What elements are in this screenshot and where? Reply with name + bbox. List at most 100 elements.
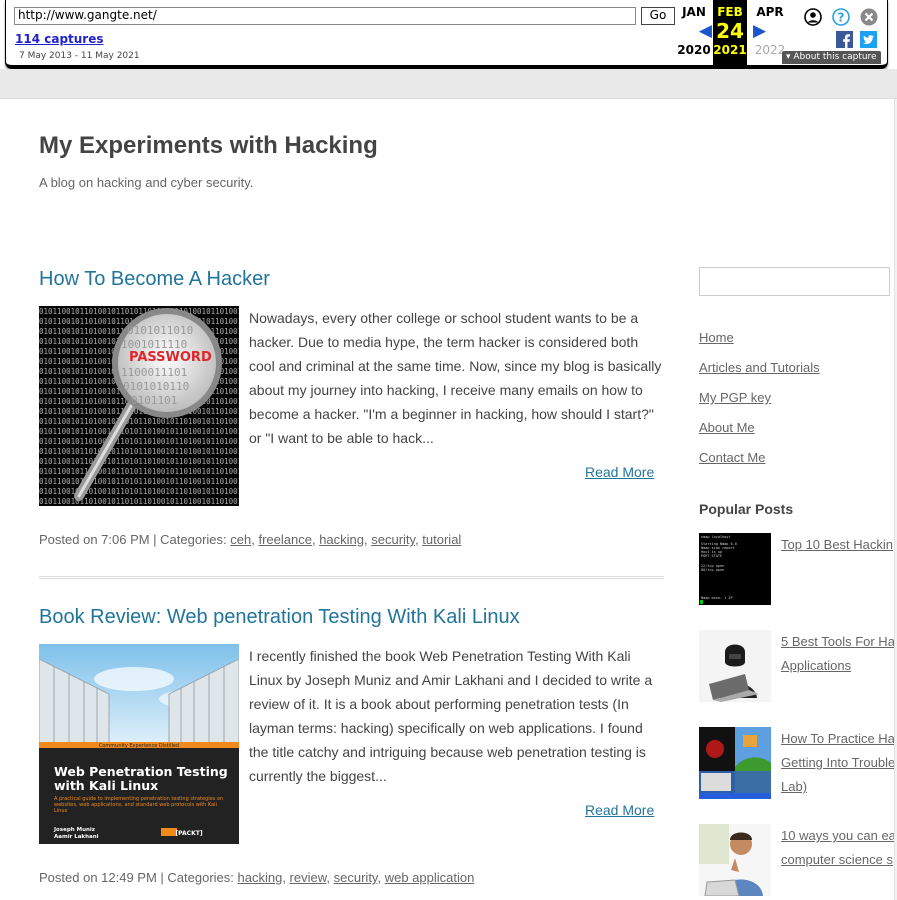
category-link[interactable]: security — [334, 870, 378, 885]
excerpt-line: Linux by Joseph Muniz and Amir Lakhani a… — [249, 672, 653, 688]
next-capture-arrow-icon[interactable]: ▶ — [746, 19, 794, 43]
book-publisher: [PACKT] — [175, 830, 202, 837]
prev-capture-arrow-icon[interactable]: ◀ — [670, 19, 718, 43]
wayback-next-month[interactable]: APR — [746, 5, 794, 19]
terminal-screenshot-image: nmap localhost Starting Nmap 6.0 Nmap sc… — [699, 533, 771, 605]
nav-link-pgp-key[interactable]: My PGP key — [699, 390, 771, 405]
site-title[interactable]: My Experiments with Hacking — [39, 132, 378, 160]
book-subtitle: A practical guide to implementing penetr… — [54, 796, 224, 814]
popular-post-link[interactable]: 10 ways you can ea computer science s — [781, 824, 897, 872]
wayback-prev-month[interactable]: JAN — [670, 5, 718, 19]
hooded-hacker-image — [699, 630, 771, 702]
wayback-url-input[interactable]: http://www.gangte.net/ — [14, 7, 636, 25]
popular-post-line: 5 Best Tools For Ha — [781, 634, 895, 649]
svg-text:80/tcp open: 80/tcp open — [701, 568, 724, 572]
popular-post-line: Applications — [781, 658, 852, 673]
category-link[interactable]: freelance — [258, 532, 311, 547]
post-separator — [39, 576, 664, 579]
popular-post-line: Getting Into Trouble — [781, 755, 896, 770]
book-author-2: Aamir Lakhani — [54, 834, 99, 840]
excerpt-line: the title catchy and intriguing because … — [249, 744, 646, 760]
popular-post-thumbnail[interactable] — [699, 824, 771, 896]
post-thumbnail-book-cover[interactable]: Community Experience Distilled Web Penet… — [39, 644, 239, 844]
popular-post-line: Top 10 Best Hackin — [781, 537, 894, 552]
popular-posts-heading: Popular Posts — [699, 501, 794, 517]
post-thumbnail-password[interactable]: 0101100101101001011010110100101101001011… — [39, 306, 239, 506]
popular-post-thumbnail[interactable] — [699, 630, 771, 702]
about-capture-button[interactable]: ▾ About this capture — [782, 51, 881, 64]
post-meta-prefix: Posted on 12:49 PM | Categories: — [39, 870, 238, 885]
site-description: A blog on hacking and cyber security. — [39, 175, 254, 190]
wayback-prev-year[interactable]: 2020 — [670, 43, 718, 57]
category-link[interactable]: hacking — [319, 532, 364, 547]
wayback-current-month: FEB — [717, 5, 743, 19]
book-series: Community Experience Distilled — [99, 743, 179, 749]
wayback-captures-link[interactable]: 114 captures — [15, 32, 104, 46]
read-more-link[interactable]: Read More — [585, 464, 654, 480]
wayback-current-column: FEB 24 2021 — [713, 0, 747, 65]
popular-post-line: computer science s — [781, 852, 893, 867]
post-excerpt: Nowadays, every other college or school … — [249, 306, 669, 450]
popular-post-line: 10 ways you can ea — [781, 828, 896, 843]
post-meta: Posted on 7:06 PM | Categories: ceh, fre… — [39, 532, 462, 547]
svg-text:0101101: 0101101 — [131, 394, 177, 407]
excerpt-line: currently the biggest... — [249, 768, 387, 784]
help-circle-icon[interactable]: ? — [832, 8, 850, 26]
post-title-link[interactable]: How To Become A Hacker — [39, 268, 270, 291]
category-link[interactable]: tutorial — [422, 532, 461, 547]
svg-text:1100011101: 1100011101 — [121, 366, 187, 379]
search-input[interactable] — [699, 267, 890, 296]
svg-text:PORT STATE: PORT STATE — [701, 554, 722, 558]
page-header-band — [0, 69, 897, 99]
nav-link-about[interactable]: About Me — [699, 420, 755, 435]
excerpt-line: review of it. It is a book about perform… — [249, 696, 629, 712]
wayback-toolbar: http://www.gangte.net/ Go 114 captures 7… — [5, 0, 888, 69]
wayback-date-range: 7 May 2013 - 11 May 2021 — [19, 51, 140, 61]
category-link[interactable]: web application — [385, 870, 475, 885]
about-capture-label: About this capture — [793, 52, 877, 62]
nav-link-articles[interactable]: Articles and Tutorials — [699, 360, 820, 375]
student-at-laptop-image — [699, 824, 771, 896]
category-link[interactable]: ceh — [230, 532, 251, 547]
excerpt-line: become a hacker. "I'm a beginner in hack… — [249, 406, 654, 422]
excerpt-line: layman terms: hacking) specifically on w… — [249, 720, 643, 736]
book-title-line-1: Web Penetration Testing — [54, 764, 228, 779]
category-link[interactable]: hacking — [238, 870, 283, 885]
virtual-lab-desktop-image — [699, 727, 771, 799]
twitter-icon[interactable] — [860, 31, 877, 48]
post-excerpt: I recently finished the book Web Penetra… — [249, 644, 669, 788]
user-circle-icon[interactable] — [804, 8, 822, 26]
read-more-link[interactable]: Read More — [585, 802, 654, 818]
thumb-password-text: PASSWORD — [129, 350, 212, 365]
excerpt-line: about my journey into hacking, I receive… — [249, 382, 643, 398]
popular-post-line: How To Practice Ha — [781, 731, 895, 746]
post-meta: Posted on 12:49 PM | Categories: hacking… — [39, 870, 475, 885]
book-cover-image: Community Experience Distilled Web Penet… — [39, 644, 239, 844]
book-author-1: Joseph Muniz — [53, 827, 95, 833]
excerpt-line: or "I want to be able to hack... — [249, 430, 434, 446]
nav-link-home[interactable]: Home — [699, 330, 734, 345]
wayback-current-day: 24 — [716, 19, 744, 43]
magnifier-password-image: 0101100101101001011010110100101101001011… — [39, 306, 239, 506]
close-circle-icon[interactable] — [860, 8, 878, 26]
popular-post-link[interactable]: 5 Best Tools For Ha Applications — [781, 630, 897, 678]
svg-text:nmap localhost: nmap localhost — [701, 535, 731, 539]
excerpt-line: cool and criminal at the same time. Now,… — [249, 358, 662, 374]
post-meta-prefix: Posted on 7:06 PM | Categories: — [39, 532, 231, 547]
popular-post-link[interactable]: Top 10 Best Hackin — [781, 533, 897, 557]
category-link[interactable]: review — [290, 870, 327, 885]
svg-text:0101010110: 0101010110 — [123, 380, 189, 393]
post-title-link[interactable]: Book Review: Web penetration Testing Wit… — [39, 606, 520, 629]
book-title-line-2: with Kali Linux — [54, 778, 158, 793]
excerpt-line: hacker. Due to media hype, the term hack… — [249, 334, 639, 350]
popular-post-link[interactable]: How To Practice Ha Getting Into Trouble … — [781, 727, 897, 799]
svg-text:0101011010: 0101011010 — [127, 324, 193, 337]
excerpt-line: I recently finished the book Web Penetra… — [249, 648, 631, 664]
popular-post-thumbnail[interactable] — [699, 727, 771, 799]
popular-post-thumbnail[interactable]: nmap localhost Starting Nmap 6.0 Nmap sc… — [699, 533, 771, 605]
svg-text:Nmap done: 1 IP: Nmap done: 1 IP — [701, 596, 733, 600]
wayback-prev-column: JAN ◀ 2020 — [670, 0, 718, 65]
nav-link-contact[interactable]: Contact Me — [699, 450, 765, 465]
category-link[interactable]: security — [371, 532, 415, 547]
facebook-icon[interactable] — [836, 31, 853, 48]
